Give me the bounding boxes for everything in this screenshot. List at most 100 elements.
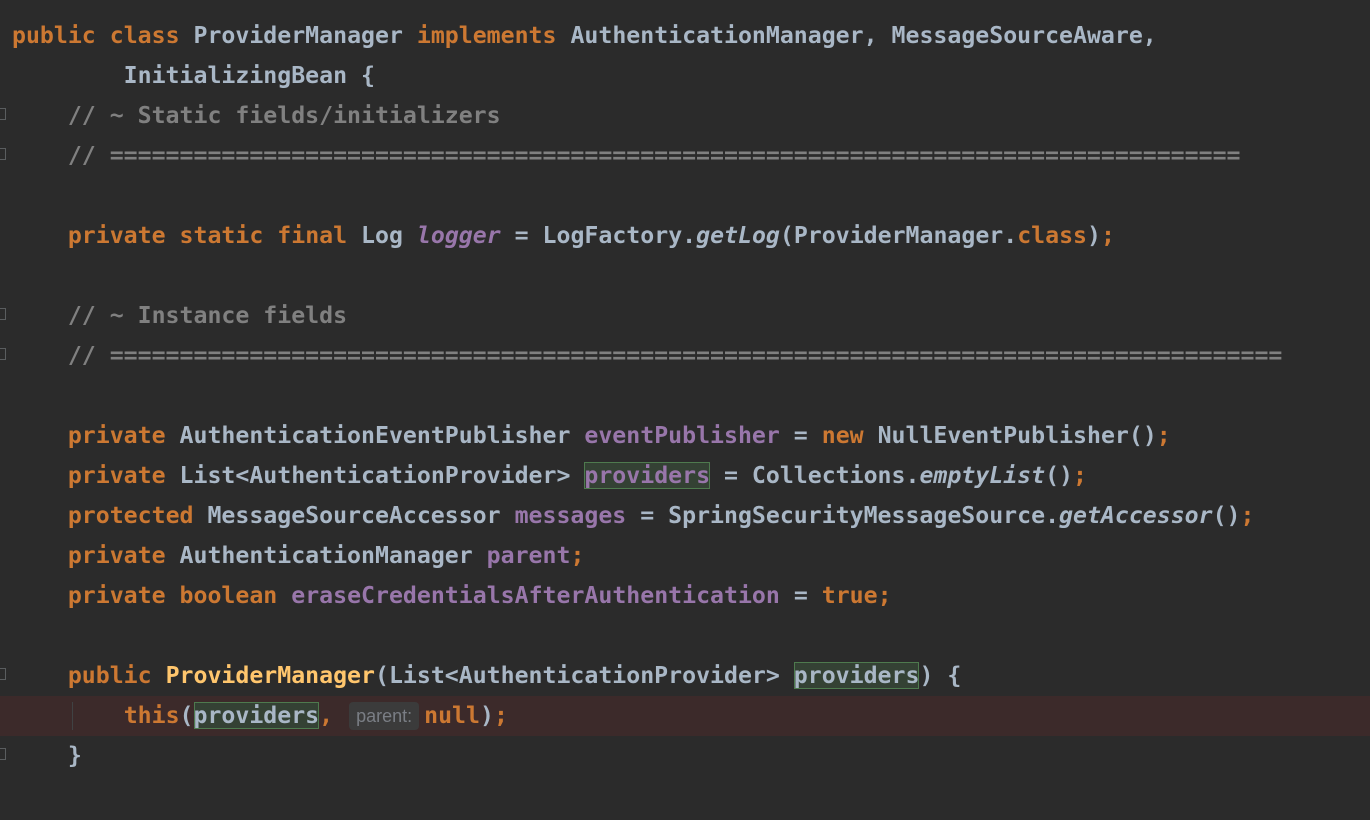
- code-line[interactable]: private AuthenticationEventPublisher eve…: [0, 416, 1370, 456]
- keyword-final: final: [277, 222, 348, 249]
- keyword-private: private: [67, 462, 166, 489]
- operator: =: [779, 422, 822, 449]
- static-method-getlog: getLog: [696, 222, 780, 249]
- code-text: protected MessageSourceAccessor messages…: [12, 496, 1255, 536]
- code-line[interactable]: }: [0, 736, 1370, 776]
- type-log: Log: [347, 222, 417, 249]
- keyword-implements: implements: [416, 22, 557, 49]
- code-line[interactable]: public ProviderManager(List<Authenticati…: [0, 656, 1370, 696]
- semicolon: ;: [493, 702, 508, 729]
- keyword-private: private: [67, 582, 166, 609]
- code-expression: ) {: [919, 662, 962, 689]
- comment: // =====================================…: [12, 342, 1283, 369]
- keyword-protected: protected: [67, 502, 194, 529]
- keyword-true: true: [821, 582, 878, 609]
- code-text: this(providers, parent: null);: [12, 696, 508, 736]
- keyword-public: public: [12, 22, 96, 49]
- code-line[interactable]: // ~ Static fields/initializers: [0, 96, 1370, 136]
- semicolon: ;: [570, 542, 585, 569]
- type-name: MessageSourceAccessor: [193, 502, 515, 529]
- type-name: List<AuthenticationProvider>: [165, 462, 585, 489]
- type-name: AuthenticationEventPublisher: [165, 422, 585, 449]
- paren: ): [479, 702, 494, 729]
- comment: // ~ Instance fields: [12, 302, 348, 329]
- field-providers-highlighted[interactable]: providers: [584, 462, 711, 489]
- code-expression: = LogFactory.: [500, 222, 697, 249]
- code-text: private AuthenticationEventPublisher eve…: [12, 416, 1171, 456]
- paren: ): [1087, 222, 1101, 249]
- code-text: private boolean eraseCredentialsAfterAut…: [12, 576, 892, 616]
- constructor-name: ProviderManager: [165, 662, 375, 689]
- code-text: public class ProviderManager implements …: [12, 16, 1157, 56]
- field-eventpublisher: eventPublisher: [584, 422, 780, 449]
- keyword-static: static: [179, 222, 264, 249]
- code-line[interactable]: private AuthenticationManager parent;: [0, 536, 1370, 576]
- arg-providers-highlighted[interactable]: providers: [193, 702, 320, 729]
- code-editor[interactable]: public class ProviderManager implements …: [0, 0, 1370, 820]
- param-providers-highlighted[interactable]: providers: [793, 662, 920, 689]
- interface-list: AuthenticationManager, MessageSourceAwar…: [556, 22, 1157, 49]
- field-messages: messages: [514, 502, 627, 529]
- static-method-getaccessor: getAccessor: [1059, 502, 1213, 529]
- semicolon: ;: [1073, 462, 1087, 489]
- keyword-private: private: [67, 542, 166, 569]
- keyword-private: private: [67, 422, 166, 449]
- keyword-public: public: [67, 662, 152, 689]
- paren: (): [1212, 502, 1241, 529]
- code-text: }: [12, 742, 82, 769]
- partial-comment-fragment: [14, 0, 44, 4]
- keyword-private: private: [67, 222, 166, 249]
- code-text: public ProviderManager(List<Authenticati…: [12, 656, 961, 696]
- keyword-boolean: boolean: [179, 582, 278, 609]
- code-text: private static final Log logger = LogFac…: [12, 216, 1115, 256]
- code-text: private List<AuthenticationProvider> pro…: [12, 456, 1087, 496]
- code-line-error-highlight[interactable]: this(providers, parent: null);: [0, 696, 1370, 736]
- keyword-new: new: [821, 422, 864, 449]
- semicolon: ;: [877, 582, 892, 609]
- code-line[interactable]: private static final Log logger = LogFac…: [0, 216, 1370, 256]
- code-line[interactable]: private boolean eraseCredentialsAfterAut…: [0, 576, 1370, 616]
- static-method-emptylist: emptyList: [919, 462, 1046, 489]
- semicolon: ;: [1156, 422, 1171, 449]
- parameter-type: (List<AuthenticationProvider>: [374, 662, 794, 689]
- code-text: private AuthenticationManager parent;: [12, 536, 585, 576]
- code-expression: (ProviderManager.: [779, 222, 1018, 249]
- code-expression: NullEventPublisher(): [863, 422, 1157, 449]
- static-field-logger: logger: [416, 222, 501, 249]
- paren: (): [1045, 462, 1073, 489]
- code-line[interactable]: // =====================================…: [0, 136, 1370, 176]
- keyword-this: this: [123, 702, 180, 729]
- code-expression: = SpringSecurityMessageSource.: [626, 502, 1060, 529]
- parameter-name-hint: parent:: [349, 702, 420, 730]
- keyword-null: null: [424, 702, 480, 729]
- code-line[interactable]: protected MessageSourceAccessor messages…: [0, 496, 1370, 536]
- code-line[interactable]: // ~ Instance fields: [0, 296, 1370, 336]
- code-line[interactable]: public class ProviderManager implements …: [0, 16, 1370, 56]
- code-line[interactable]: // =====================================…: [0, 336, 1370, 376]
- comment: // =====================================…: [12, 142, 1241, 169]
- field-erasecredentials: eraseCredentialsAfterAuthentication: [291, 582, 780, 609]
- semicolon: ;: [1240, 502, 1255, 529]
- keyword-class: class: [1017, 222, 1088, 249]
- semicolon: ;: [1101, 222, 1115, 249]
- comment: // ~ Static fields/initializers: [12, 102, 501, 129]
- operator: =: [779, 582, 822, 609]
- code-line[interactable]: InitializingBean {: [0, 56, 1370, 96]
- code-line[interactable]: private List<AuthenticationProvider> pro…: [0, 456, 1370, 496]
- comma: ,: [319, 702, 334, 729]
- type-name: AuthenticationManager: [165, 542, 487, 569]
